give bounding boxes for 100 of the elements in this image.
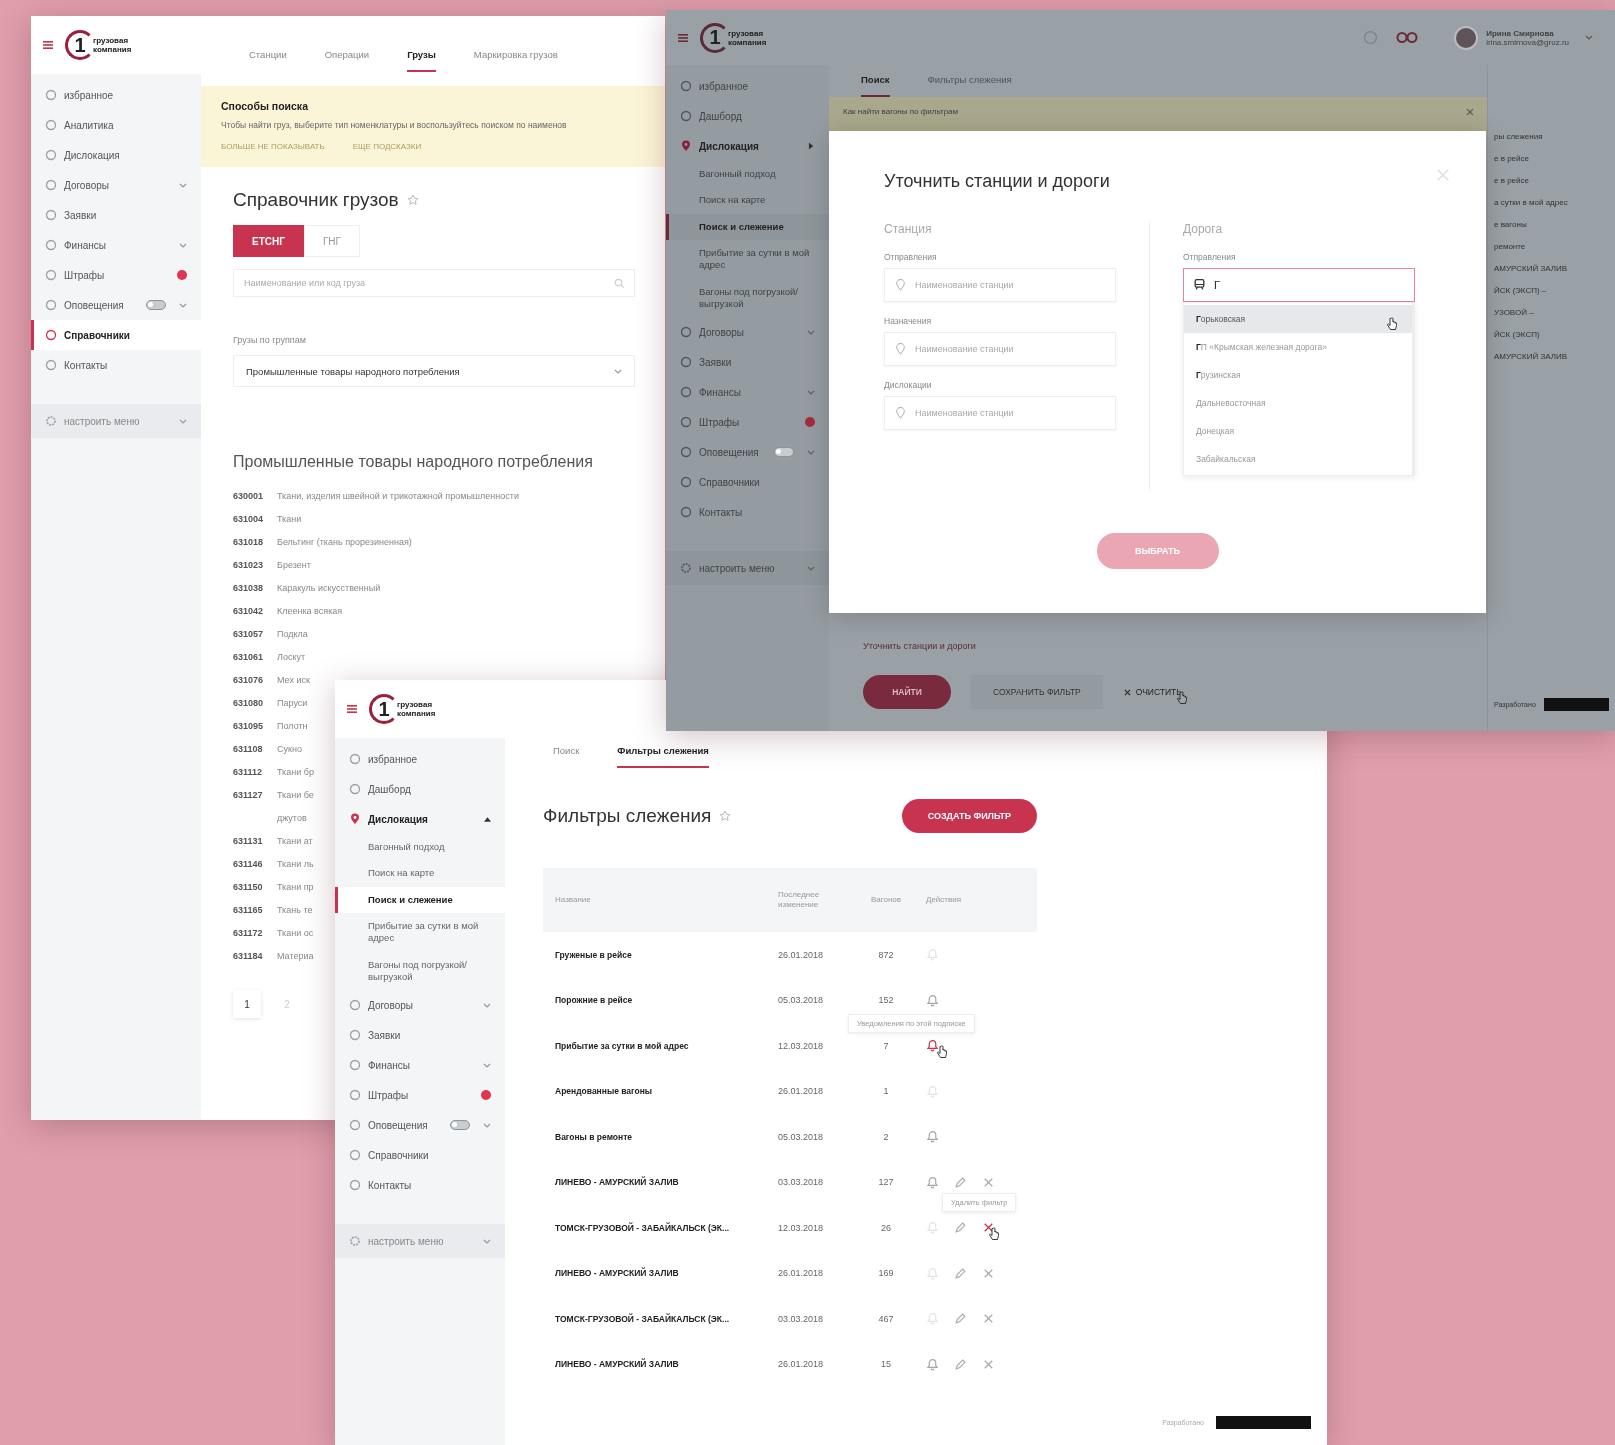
count-cell-text: 127: [877, 1177, 895, 1188]
sidebar-item[interactable]: Контакты: [335, 1170, 505, 1201]
sidebar-item[interactable]: Справочники: [335, 1140, 505, 1171]
sidebar-subitem[interactable]: Поиск и слежение: [335, 886, 505, 914]
hand-cursor-icon: [988, 1227, 1000, 1242]
sidebar-item[interactable]: Аналитика: [31, 110, 201, 140]
cargo-code: 631004: [233, 513, 265, 526]
create-filter-button[interactable]: СОЗДАТЬ ФИЛЬТР: [901, 799, 1037, 833]
find-button[interactable]: НАЙТИ: [863, 675, 951, 709]
dropdown-option[interactable]: Дальневосточная: [1184, 389, 1412, 417]
sidebar-item[interactable]: Штрафы: [31, 260, 201, 290]
gear-icon: [349, 1235, 361, 1248]
dropdown-option[interactable]: Горьковская: [1184, 305, 1412, 333]
menu-icon[interactable]: [43, 41, 53, 49]
station-field[interactable]: Наименование станции: [884, 268, 1116, 302]
pencil-icon[interactable]: [954, 1357, 967, 1371]
road-field[interactable]: Г: [1183, 268, 1415, 302]
tab[interactable]: Грузы: [407, 49, 436, 72]
sidebar-item[interactable]: избранное: [666, 71, 829, 101]
sidebar-subitem[interactable]: Вагоны под погрузкой/выгрузкой: [666, 278, 829, 318]
menu-settings-item[interactable]: настроить меню: [335, 1224, 505, 1259]
sidebar-item[interactable]: Справочники: [31, 320, 201, 350]
sidebar-item[interactable]: Штрафы: [335, 1080, 505, 1111]
bell-icon[interactable]: [926, 1039, 939, 1053]
station-field[interactable]: Наименование станции: [884, 396, 1116, 430]
dropdown-option[interactable]: Донецкая: [1184, 417, 1412, 445]
tab[interactable]: Фильтры слежения: [617, 745, 709, 768]
segment-button[interactable]: ГНГ: [303, 225, 360, 257]
tab[interactable]: Маркировка грузов: [473, 49, 558, 72]
pencil-icon[interactable]: [954, 1312, 967, 1326]
toggle-switch[interactable]: [146, 300, 166, 310]
pencil-icon[interactable]: [954, 1221, 967, 1235]
menu-settings-item[interactable]: настроить меню: [666, 551, 829, 586]
save-filter-button[interactable]: СОХРАНИТЬ ФИЛЬТР: [971, 675, 1103, 709]
sidebar-item[interactable]: Дашборд: [335, 774, 505, 804]
sidebar-subitem[interactable]: Вагонный подход: [335, 834, 505, 861]
section-heading: Станция: [884, 222, 933, 236]
sidebar-item[interactable]: Заявки: [335, 1020, 505, 1051]
sidebar-item[interactable]: Договоры: [31, 170, 201, 200]
bell-icon[interactable]: [926, 1175, 939, 1189]
dropdown-option[interactable]: ГП «Крымская железная дорога»: [1184, 333, 1412, 361]
sidebar-item[interactable]: Дислокация: [666, 131, 829, 161]
avatar[interactable]: [1454, 25, 1479, 50]
sidebar-item[interactable]: Заявки: [666, 347, 829, 378]
sidebar-subitem[interactable]: Поиск и слежение: [666, 213, 829, 241]
sidebar-subitem[interactable]: Поиск на карте: [666, 187, 829, 214]
tab[interactable]: Операции: [324, 49, 370, 72]
sidebar-item[interactable]: Оповещения: [31, 290, 201, 320]
sidebar-item[interactable]: Финансы: [31, 230, 201, 260]
toggle-switch[interactable]: [774, 447, 794, 458]
menu-settings-item[interactable]: настроить меню: [31, 404, 201, 438]
star-icon[interactable]: [719, 810, 732, 822]
bell-icon[interactable]: [926, 993, 939, 1007]
segment-button[interactable]: ЕТСНГ: [233, 225, 304, 257]
star-icon[interactable]: [406, 194, 419, 206]
notice-text: Чтобы найти груз, выберите тип номенклатуры и воспользуйтесь поиском по наименов: [221, 120, 568, 130]
sidebar-item[interactable]: Финансы: [666, 377, 829, 408]
circle-icon[interactable]: [1363, 30, 1379, 45]
sidebar-subitem[interactable]: Вагоны под погрузкой/выгрузкой: [335, 951, 505, 991]
sidebar-item[interactable]: Штрафы: [666, 407, 829, 438]
sidebar-subitem[interactable]: Прибытие за сутки в мой адрес: [335, 913, 505, 952]
cargo-name: Ткани ат: [277, 835, 313, 848]
sidebar-subitem[interactable]: Прибытие за сутки в мой адрес: [666, 240, 829, 279]
toggle-switch[interactable]: [450, 1120, 470, 1131]
sidebar-item[interactable]: Контакты: [31, 350, 201, 380]
sidebar-item[interactable]: Договоры: [335, 990, 505, 1021]
dropdown-option[interactable]: Грузинская: [1184, 361, 1412, 389]
sidebar-item[interactable]: Дашборд: [666, 101, 829, 131]
sidebar-item[interactable]: избранное: [31, 80, 201, 110]
sidebar-subitem[interactable]: Поиск на карте: [335, 860, 505, 887]
sidebar-item[interactable]: избранное: [335, 744, 505, 774]
sidebar-item[interactable]: Договоры: [666, 317, 829, 348]
menu-icon[interactable]: [678, 33, 688, 42]
sidebar-subitem[interactable]: Вагонный подход: [666, 161, 829, 188]
sidebar-item[interactable]: Контакты: [666, 497, 829, 528]
menu-icon[interactable]: [347, 705, 357, 713]
page-number[interactable]: 1: [233, 990, 261, 1018]
sidebar-item[interactable]: Дислокация: [335, 804, 505, 834]
pencil-icon[interactable]: [954, 1175, 967, 1189]
sidebar-item[interactable]: Финансы: [335, 1050, 505, 1081]
cargo-code: 631076: [233, 674, 265, 687]
station-field[interactable]: Наименование станции: [884, 332, 1116, 366]
refine-link[interactable]: Уточнить станции и дороги: [863, 641, 1487, 651]
bell-icon[interactable]: [926, 1130, 939, 1144]
sidebar-item[interactable]: Дислокация: [31, 140, 201, 170]
sidebar-item[interactable]: Справочники: [666, 467, 829, 498]
tab[interactable]: Поиск: [553, 745, 580, 768]
sidebar-item[interactable]: Заявки: [31, 200, 201, 230]
group-dropdown[interactable]: Промышленные товары народного потребления: [233, 355, 635, 387]
bell-icon[interactable]: [926, 1357, 939, 1371]
tab[interactable]: Фильтры слежения: [927, 74, 1012, 97]
pencil-icon[interactable]: [954, 1266, 967, 1280]
tab[interactable]: Станции: [249, 49, 287, 72]
sidebar-item[interactable]: Оповещения: [335, 1110, 505, 1141]
sidebar-item[interactable]: Оповещения: [666, 437, 829, 468]
glasses-icon[interactable]: [1396, 30, 1419, 45]
chevron-icon[interactable]: [1585, 35, 1593, 40]
close-icon[interactable]: [1465, 107, 1475, 117]
search-field[interactable]: Наименование или код груза: [233, 269, 635, 297]
dropdown-option[interactable]: Забайкальская: [1184, 445, 1412, 473]
